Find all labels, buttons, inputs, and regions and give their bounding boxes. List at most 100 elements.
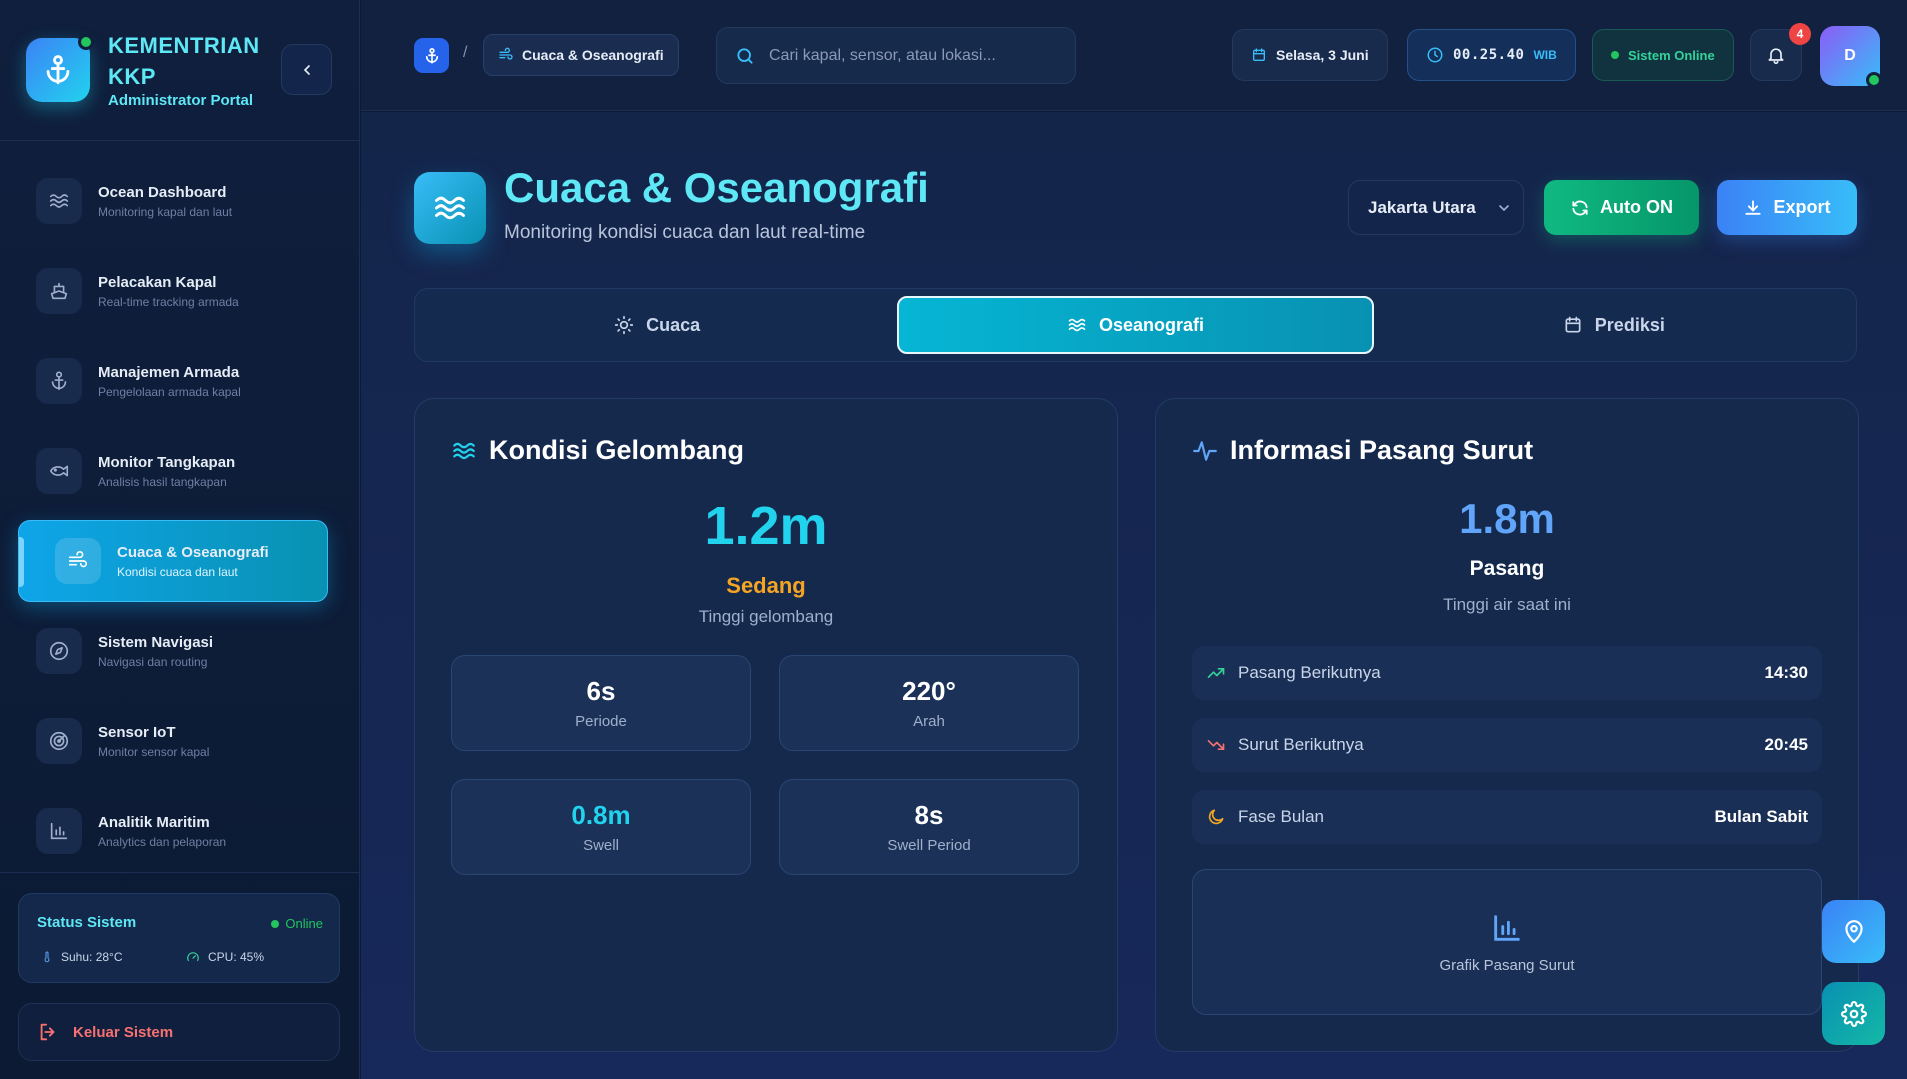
anchor-icon <box>36 358 82 404</box>
sun-icon <box>614 315 634 335</box>
location-value: Jakarta Utara <box>1368 197 1476 217</box>
online-dot <box>1866 72 1882 88</box>
status-online-label: Online <box>285 916 323 931</box>
waves-icon <box>1068 318 1086 332</box>
search-bar <box>716 27 1076 84</box>
activity-icon <box>1193 440 1217 461</box>
sidebar-item-desc: Monitoring kapal dan laut <box>98 204 233 219</box>
location-select[interactable]: Jakarta Utara <box>1348 180 1524 235</box>
sidebar-item-ocean-dashboard[interactable]: Ocean Dashboard Monitoring kapal dan lau… <box>18 156 328 246</box>
tide-chart-placeholder[interactable]: Grafik Pasang Surut <box>1192 869 1822 1015</box>
sidebar-item-label: Sistem Navigasi <box>98 633 214 651</box>
tide-row-value: 14:30 <box>1764 663 1808 682</box>
tide-row-label: Pasang Berikutnya <box>1238 663 1381 682</box>
sidebar-item-monitor-tangkapan[interactable]: Monitor Tangkapan Analisis hasil tangkap… <box>18 426 328 516</box>
online-dot <box>78 34 94 50</box>
bar-chart-icon <box>1494 914 1520 941</box>
radar-icon <box>36 718 82 764</box>
gear-icon <box>1840 1000 1867 1027</box>
tab-prediksi[interactable]: Prediksi <box>1378 296 1850 354</box>
avatar[interactable]: D <box>1820 26 1882 88</box>
page-title: Cuaca & Oseanografi <box>504 164 929 211</box>
calendar-icon <box>1253 48 1265 61</box>
main-content: Cuaca & Oseanografi Monitoring kondisi c… <box>361 112 1907 1079</box>
status-title: Status Sistem <box>37 914 137 931</box>
stat-value: 8s <box>914 800 944 830</box>
ship-icon <box>36 268 82 314</box>
logout-label: Keluar Sistem <box>73 1023 174 1041</box>
sidebar-item-desc: Real-time tracking armada <box>98 294 239 309</box>
date-value: Selasa, 3 Juni <box>1276 47 1369 63</box>
divider <box>0 140 360 141</box>
sidebar-item-cuaca-oseanografi[interactable]: Cuaca & Oseanografi Kondisi cuaca dan la… <box>18 520 328 602</box>
sidebar-item-desc: Navigasi dan routing <box>98 654 208 669</box>
breadcrumb-current[interactable]: Cuaca & Oseanografi <box>483 34 679 76</box>
status-online-badge: Online <box>271 916 323 931</box>
tide-height-value: 1.8m <box>1459 495 1555 542</box>
sidebar-item-manajemen-armada[interactable]: Manajemen Armada Pengelolaan armada kapa… <box>18 336 328 426</box>
time-pill: 00.25.40 WIB <box>1407 29 1576 81</box>
online-dot <box>1611 51 1619 59</box>
search-icon <box>737 47 753 64</box>
stat-label: Swell <box>583 837 619 854</box>
date-pill: Selasa, 3 Juni <box>1232 29 1388 81</box>
notifications-button[interactable]: 4 <box>1750 23 1811 81</box>
gauge-icon <box>187 952 199 962</box>
sidebar-item-sistem-navigasi[interactable]: Sistem Navigasi Navigasi dan routing <box>18 606 328 696</box>
waves-icon <box>453 442 475 459</box>
tab-label: Prediksi <box>1594 314 1665 335</box>
sidebar-item-analitik-maritim[interactable]: Analitik Maritim Analytics dan pelaporan <box>18 786 328 876</box>
calendar-icon <box>1565 316 1581 333</box>
breadcrumb-home-button[interactable] <box>414 38 449 73</box>
sidebar-item-label: Monitor Tangkapan <box>98 453 236 471</box>
search-input[interactable] <box>769 46 1049 65</box>
timezone-label: WIB <box>1533 48 1557 62</box>
tide-row-next-low: Surut Berikutnya 20:45 <box>1192 718 1822 772</box>
tab-cuaca[interactable]: Cuaca <box>421 296 893 354</box>
stat-value: 6s <box>586 676 616 706</box>
location-fab-button[interactable] <box>1822 900 1885 963</box>
sidebar-item-label: Sensor IoT <box>98 723 176 741</box>
system-online-badge: Sistem Online <box>1592 29 1734 81</box>
sidebar-nav: Ocean Dashboard Monitoring kapal dan lau… <box>18 156 328 876</box>
auto-refresh-button[interactable]: Auto ON <box>1544 180 1699 235</box>
bell-icon <box>1768 48 1784 65</box>
tide-row-label: Surut Berikutnya <box>1238 735 1364 754</box>
stat-label: Swell Period <box>887 837 971 854</box>
collapse-sidebar-button[interactable] <box>281 44 332 95</box>
sidebar-item-desc: Pengelolaan armada kapal <box>98 384 241 399</box>
stat-value: 0.8m <box>571 800 631 830</box>
tide-row-moon-phase: Fase Bulan Bulan Sabit <box>1192 790 1822 844</box>
stat-direction: 220° Arah <box>779 655 1079 751</box>
tide-row-value: Bulan Sabit <box>1714 807 1808 826</box>
tab-oseanografi[interactable]: Oseanografi <box>897 296 1374 354</box>
tide-state: Pasang <box>1469 557 1545 580</box>
sidebar-item-desc: Analisis hasil tangkapan <box>98 474 227 489</box>
stat-swell-period: 8s Swell Period <box>779 779 1079 875</box>
wind-icon <box>55 538 101 584</box>
export-button[interactable]: Export <box>1717 180 1857 235</box>
trending-up-icon <box>1207 668 1225 678</box>
logout-button[interactable]: Keluar Sistem <box>18 1003 340 1061</box>
tide-row-label: Fase Bulan <box>1238 807 1324 826</box>
thermometer-icon <box>44 951 50 963</box>
wave-height-value: 1.2m <box>704 496 828 556</box>
sidebar-item-sensor-iot[interactable]: Sensor IoT Monitor sensor kapal <box>18 696 328 786</box>
wind-icon <box>499 47 513 60</box>
map-pin-icon <box>1844 919 1863 943</box>
chevron-down-icon <box>1498 204 1509 211</box>
sidebar-item-pelacakan-kapal[interactable]: Pelacakan Kapal Real-time tracking armad… <box>18 246 328 336</box>
status-cpu: CPU: 45% <box>186 950 264 964</box>
fish-icon <box>36 448 82 494</box>
time-value: 00.25.40 <box>1453 47 1525 63</box>
brand-subtitle: Administrator Portal <box>108 92 254 109</box>
card-title: Kondisi Gelombang <box>489 435 745 465</box>
settings-fab-button[interactable] <box>1822 982 1885 1045</box>
system-status-label: Sistem Online <box>1628 47 1715 63</box>
system-status-card: Status Sistem Online Suhu: 28°C CPU: 45% <box>18 893 340 983</box>
sidebar-item-label: Analitik Maritim <box>98 813 210 831</box>
sidebar: KEMENTRIAN KKP Administrator Portal Ocea… <box>0 0 360 1079</box>
tab-label: Cuaca <box>646 314 701 335</box>
breadcrumb-separator: / <box>463 44 468 61</box>
divider <box>0 872 360 873</box>
